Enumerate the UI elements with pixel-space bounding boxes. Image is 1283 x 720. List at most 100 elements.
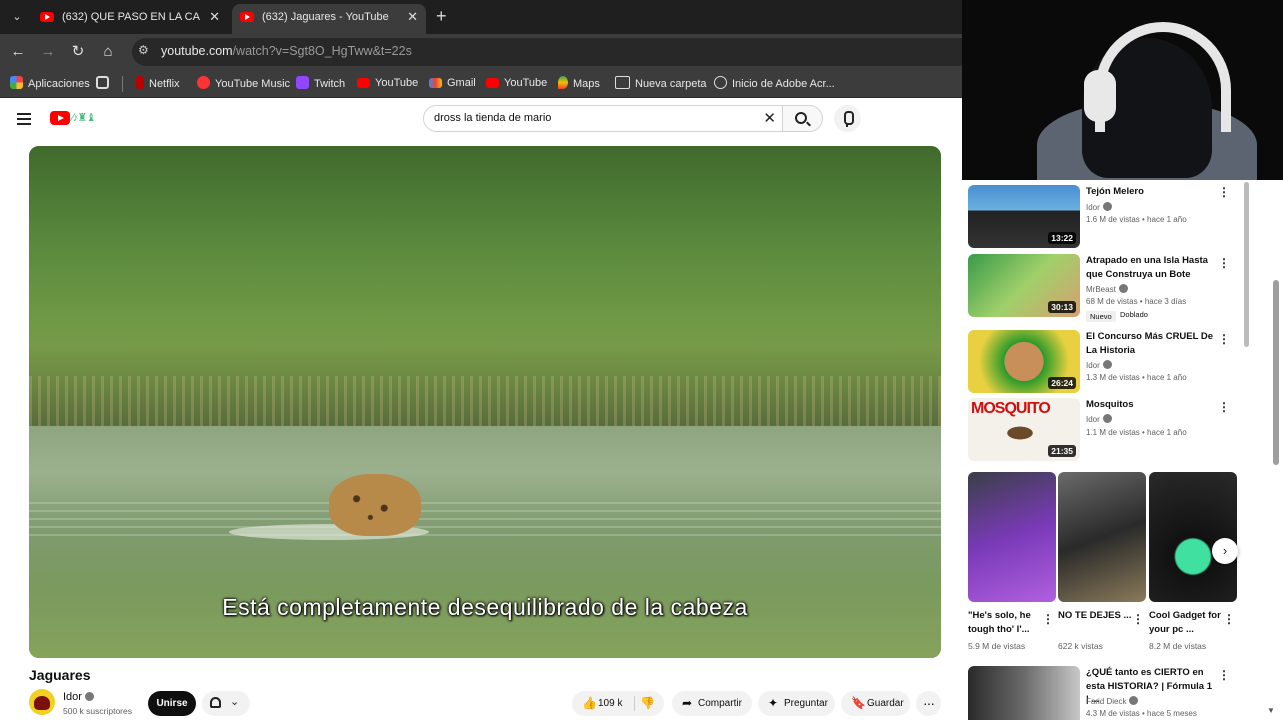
home-icon[interactable]: ⌂ <box>98 42 118 62</box>
short-title[interactable]: "He's solo, he tough tho' I'... <box>968 609 1042 637</box>
page-scrollbar[interactable] <box>1272 180 1280 720</box>
address-bar[interactable]: ⚙ youtube.com/watch?v=Sgt8O_HgTww&t=22s <box>132 38 962 66</box>
bookmark-separator <box>122 76 123 92</box>
grid-icon[interactable] <box>96 76 114 92</box>
clear-search-icon[interactable]: ✕ <box>763 109 776 127</box>
youtube-logo[interactable] <box>50 111 70 125</box>
join-button[interactable]: Unirse <box>148 691 196 716</box>
site-settings-icon[interactable]: ⚙ <box>138 43 149 57</box>
short-thumbnail[interactable] <box>968 472 1056 602</box>
video-thumbnail[interactable]: 30:13 <box>968 254 1080 317</box>
short-views: 8.2 M de vistas <box>1149 641 1207 651</box>
bookmark-netflix[interactable]: Netflix <box>136 76 180 92</box>
more-vert-icon[interactable]: ⋮ <box>1132 612 1144 626</box>
bookmark-youtube-music[interactable]: YouTube Music <box>197 76 290 92</box>
ask-button[interactable]: ✦ Preguntar <box>758 691 835 716</box>
video-frame-ripples <box>29 496 941 536</box>
reload-icon[interactable]: ↻ <box>68 42 88 62</box>
forward-arrow-icon[interactable]: → <box>38 42 58 62</box>
twitch-icon <box>296 76 309 89</box>
chevron-down-icon[interactable]: ⌄ <box>8 8 26 26</box>
verified-icon <box>84 692 94 701</box>
save-button[interactable]: 🔖 Guardar <box>841 691 910 716</box>
video-thumbnail[interactable]: 13:22 <box>968 185 1080 248</box>
mosquito-image <box>998 422 1042 444</box>
short-item[interactable]: NO TE DEJES ... 622 k vistas ⋮ <box>1058 472 1146 651</box>
recommendation-channel[interactable]: Farid Dieck <box>1086 696 1139 706</box>
more-actions-icon[interactable]: ··· <box>916 691 941 716</box>
search-button[interactable] <box>783 105 823 132</box>
share-label: Compartir <box>698 698 742 709</box>
more-vert-icon[interactable]: ⋮ <box>1223 612 1235 626</box>
apps-grid-icon <box>10 76 23 89</box>
video-title: Jaguares <box>29 667 91 683</box>
verified-icon <box>1129 696 1139 705</box>
chevron-right-icon[interactable]: › <box>1212 538 1238 564</box>
mic-icon[interactable] <box>834 105 861 132</box>
browser-tab[interactable]: (632) QUE PASO EN LA CASA DE ✕ <box>32 4 228 34</box>
sparkle-icon: ✦ <box>768 696 779 710</box>
recommendation-channel[interactable]: Idor <box>1086 360 1112 370</box>
thumbs-down-icon[interactable]: 👎 <box>640 691 655 716</box>
more-vert-icon[interactable]: ⋮ <box>1218 333 1230 345</box>
scrollbar-thumb[interactable] <box>1273 280 1279 465</box>
scroll-down-icon[interactable]: ▼ <box>1267 706 1275 715</box>
menu-icon[interactable] <box>17 113 31 125</box>
recommendation-title[interactable]: El Concurso Más CRUEL De La Historia <box>1086 330 1216 357</box>
search-icon <box>795 112 807 124</box>
bookmark-icon: 🔖 <box>851 696 866 710</box>
bookmark-apps[interactable]: Aplicaciones <box>10 76 90 92</box>
bookmark-youtube[interactable]: YouTube <box>357 76 418 91</box>
recommendation-title[interactable]: Mosquitos <box>1086 398 1216 412</box>
recommendation-channel[interactable]: MrBeast <box>1086 284 1128 294</box>
more-vert-icon[interactable]: ⋮ <box>1218 669 1230 681</box>
dubbed-badge: Doblado <box>1120 310 1148 319</box>
browser-tab-active[interactable]: (632) Jaguares - YouTube ✕ <box>232 4 426 34</box>
youtube-header: ⁄♪♜♝ dross la tienda de mario ✕ <box>0 98 962 144</box>
short-title[interactable]: NO TE DEJES ... <box>1058 609 1132 623</box>
bookmark-youtube-2[interactable]: YouTube <box>486 76 547 91</box>
video-player[interactable]: Está completamente desequilibrado de la … <box>29 146 941 658</box>
plus-icon[interactable]: + <box>436 6 447 27</box>
bookmark-adobe[interactable]: Inicio de Adobe Acr... <box>714 76 835 92</box>
channel-avatar[interactable] <box>29 689 55 715</box>
video-thumbnail[interactable] <box>968 666 1080 720</box>
more-vert-icon[interactable]: ⋮ <box>1218 186 1230 198</box>
verified-icon <box>1102 360 1112 369</box>
short-views: 5.9 M de vistas <box>968 641 1026 651</box>
short-thumbnail[interactable] <box>1149 472 1237 602</box>
more-vert-icon[interactable]: ⋮ <box>1218 401 1230 413</box>
short-thumbnail[interactable] <box>1058 472 1146 602</box>
video-thumbnail[interactable]: 26:24 <box>968 330 1080 393</box>
like-count: 109 k <box>598 698 623 709</box>
close-icon[interactable]: ✕ <box>209 4 220 30</box>
back-arrow-icon[interactable]: ← <box>8 42 28 62</box>
recommendation-title[interactable]: Atrapado en una Isla Hasta que Construya… <box>1086 254 1216 281</box>
video-frame-water <box>29 426 941 658</box>
share-button[interactable]: ➦ Compartir <box>672 691 752 716</box>
channel-name[interactable]: Idor <box>63 691 94 703</box>
sidebar-scrollbar[interactable] <box>1242 180 1252 720</box>
short-item[interactable]: Cool Gadget for your pc ... 8.2 M de vis… <box>1149 472 1237 651</box>
recommendation-title[interactable]: Tejón Melero <box>1086 185 1216 199</box>
close-icon[interactable]: ✕ <box>407 4 418 30</box>
youtube-favicon-icon <box>40 12 54 22</box>
recommendation-channel[interactable]: Idor <box>1086 202 1112 212</box>
more-vert-icon[interactable]: ⋮ <box>1218 257 1230 269</box>
video-thumbnail[interactable]: MOSQUITO 21:35 <box>968 398 1080 461</box>
youtube-doodle-logo[interactable]: ⁄♪♜♝ <box>72 111 96 124</box>
like-dislike-button[interactable]: 👍 109 k 👎 <box>572 691 664 716</box>
bookmark-maps[interactable]: Maps <box>558 76 600 92</box>
url-text: youtube.com/watch?v=Sgt8O_HgTww&t=22s <box>161 44 412 58</box>
bookmark-folder[interactable]: Nueva carpeta <box>615 76 707 92</box>
notifications-button[interactable]: ⌄ <box>202 691 250 716</box>
recommendation-channel[interactable]: Idor <box>1086 414 1112 424</box>
short-title[interactable]: Cool Gadget for your pc ... <box>1149 609 1223 637</box>
bookmark-gmail[interactable]: Gmail <box>429 76 476 91</box>
more-vert-icon[interactable]: ⋮ <box>1042 612 1054 626</box>
search-input[interactable]: dross la tienda de mario ✕ <box>423 105 783 132</box>
short-item[interactable]: "He's solo, he tough tho' I'... 5.9 M de… <box>968 472 1056 651</box>
scrollbar-thumb[interactable] <box>1244 182 1249 347</box>
thumbs-up-icon[interactable]: 👍 <box>582 691 597 716</box>
bookmark-twitch[interactable]: Twitch <box>296 76 345 92</box>
